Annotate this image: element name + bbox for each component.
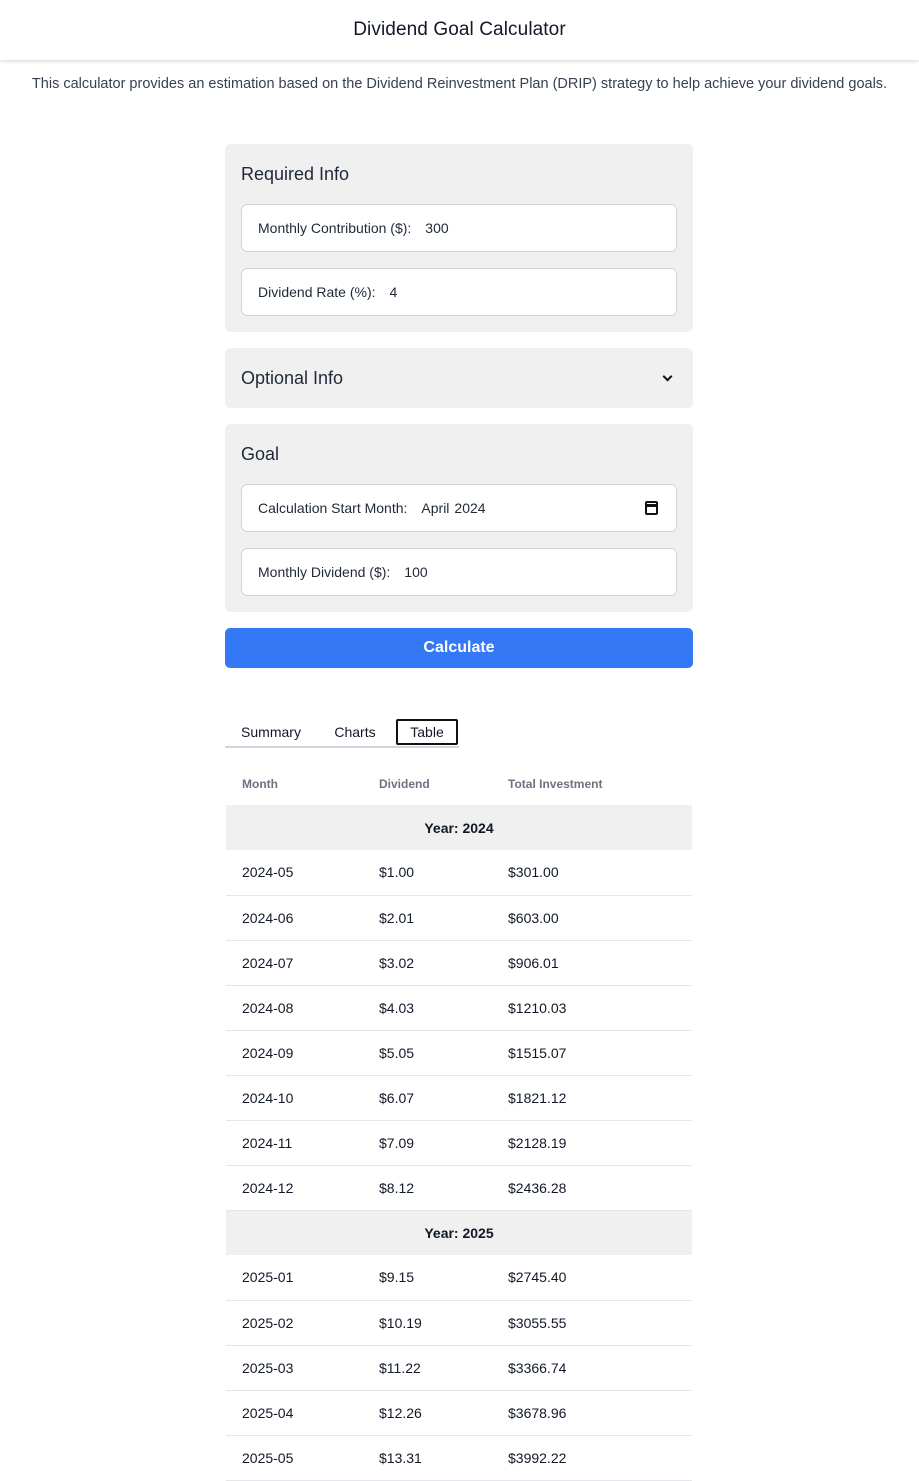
cell-total-investment: $3366.74 xyxy=(492,1345,692,1391)
page-title: Dividend Goal Calculator xyxy=(353,19,566,40)
cell-total-investment: $1210.03 xyxy=(492,985,692,1031)
table-row: 2024-11 $7.09 $2128.19 xyxy=(226,1120,692,1166)
cell-dividend: $8.12 xyxy=(363,1165,492,1211)
dividend-rate-label: Dividend Rate (%): xyxy=(258,284,376,300)
column-header-dividend: Dividend xyxy=(379,776,430,791)
cell-total-investment: $1515.07 xyxy=(492,1030,692,1076)
cell-month: 2025-01 xyxy=(226,1255,363,1301)
cell-dividend: $13.31 xyxy=(363,1435,492,1481)
year-label: Year: 2024 xyxy=(226,805,692,850)
required-info-card: Required Info Monthly Contribution ($): … xyxy=(225,144,693,332)
year-label: Year: 2025 xyxy=(226,1210,692,1255)
tab-summary[interactable]: Summary xyxy=(234,719,308,745)
results-tabs: Summary Charts Table xyxy=(225,718,459,748)
cell-total-investment: $301.00 xyxy=(492,850,692,896)
cell-total-investment: $3055.55 xyxy=(492,1300,692,1346)
optional-info-title: Optional Info xyxy=(241,368,344,388)
table-body: Year: 2024 2024-05 $1.00 $301.00 2024-06 $2.0… xyxy=(226,805,692,1481)
cell-total-investment: $2128.19 xyxy=(492,1120,692,1166)
cell-dividend: $5.05 xyxy=(363,1030,492,1076)
results-table: Month Dividend Total Investment Year: 20… xyxy=(226,762,692,1481)
start-month-label: Calculation Start Month: xyxy=(258,500,408,516)
column-header-total-investment: Total Investment xyxy=(508,776,603,791)
goal-card: Goal Calculation Start Month: April 2024 … xyxy=(225,424,693,612)
cell-month: 2024-07 xyxy=(226,940,363,986)
top-bar: Dividend Goal Calculator xyxy=(0,0,919,60)
cell-total-investment: $3678.96 xyxy=(492,1390,692,1436)
calendar-icon[interactable] xyxy=(645,501,658,515)
required-info-title: Required Info xyxy=(241,164,350,184)
cell-dividend: $10.19 xyxy=(363,1300,492,1346)
cell-dividend: $7.09 xyxy=(363,1120,492,1166)
table-row: 2024-12 $8.12 $2436.28 xyxy=(226,1165,692,1211)
cell-total-investment: $3992.22 xyxy=(492,1435,692,1481)
intro-text: This calculator provides an estimation b… xyxy=(31,76,888,92)
cell-dividend: $6.07 xyxy=(363,1075,492,1121)
table-header-row: Month Dividend Total Investment xyxy=(226,762,692,805)
cell-dividend: $1.00 xyxy=(363,850,492,896)
start-month-name[interactable]: April xyxy=(421,500,449,516)
table-row: 2024-08 $4.03 $1210.03 xyxy=(226,985,692,1031)
cell-month: 2024-12 xyxy=(226,1165,363,1211)
monthly-contribution-label: Monthly Contribution ($): xyxy=(258,220,412,236)
dividend-rate-input[interactable]: 4 xyxy=(390,284,398,300)
monthly-dividend-label: Monthly Dividend ($): xyxy=(258,564,391,580)
cell-dividend: $4.03 xyxy=(363,985,492,1031)
cell-month: 2024-10 xyxy=(226,1075,363,1121)
goal-title: Goal xyxy=(241,444,280,464)
table-row: 2024-05 $1.00 $301.00 xyxy=(226,850,692,896)
cell-month: 2024-08 xyxy=(226,985,363,1031)
table-row: 2024-07 $3.02 $906.01 xyxy=(226,940,692,986)
cell-dividend: $12.26 xyxy=(363,1390,492,1436)
cell-dividend: $2.01 xyxy=(363,895,492,941)
monthly-contribution-input[interactable]: 300 xyxy=(425,220,448,236)
year-group-row: Year: 2024 xyxy=(226,805,692,850)
table-row: 2024-10 $6.07 $1821.12 xyxy=(226,1075,692,1121)
cell-month: 2025-04 xyxy=(226,1390,363,1436)
table-row: 2025-05 $13.31 $3992.22 xyxy=(226,1435,692,1481)
optional-info-toggle[interactable]: Optional Info xyxy=(225,348,693,408)
chevron-down-icon xyxy=(662,371,673,382)
cell-total-investment: $603.00 xyxy=(492,895,692,941)
cell-total-investment: $2745.40 xyxy=(492,1255,692,1301)
cell-dividend: $3.02 xyxy=(363,940,492,986)
table-row: 2025-02 $10.19 $3055.55 xyxy=(226,1300,692,1346)
table-row: 2024-09 $5.05 $1515.07 xyxy=(226,1030,692,1076)
start-month-year[interactable]: 2024 xyxy=(454,500,485,516)
cell-month: 2024-11 xyxy=(226,1120,363,1166)
monthly-dividend-field[interactable]: Monthly Dividend ($): 100 xyxy=(241,548,677,596)
cell-month: 2025-05 xyxy=(226,1435,363,1481)
cell-month: 2024-06 xyxy=(226,895,363,941)
cell-total-investment: $906.01 xyxy=(492,940,692,986)
column-header-month: Month xyxy=(242,776,278,791)
tab-charts[interactable]: Charts xyxy=(322,719,388,745)
cell-month: 2025-02 xyxy=(226,1300,363,1346)
year-group-row: Year: 2025 xyxy=(226,1210,692,1255)
calculate-button[interactable]: Calculate xyxy=(225,628,693,668)
cell-month: 2024-05 xyxy=(226,850,363,896)
table-row: 2025-04 $12.26 $3678.96 xyxy=(226,1390,692,1436)
cell-dividend: $11.22 xyxy=(363,1345,492,1391)
cell-total-investment: $1821.12 xyxy=(492,1075,692,1121)
tab-table[interactable]: Table xyxy=(396,719,458,745)
cell-total-investment: $2436.28 xyxy=(492,1165,692,1211)
monthly-contribution-field[interactable]: Monthly Contribution ($): 300 xyxy=(241,204,677,252)
table-row: 2025-01 $9.15 $2745.40 xyxy=(226,1255,692,1301)
cell-month: 2025-03 xyxy=(226,1345,363,1391)
start-month-field[interactable]: Calculation Start Month: April 2024 xyxy=(241,484,677,532)
cell-month: 2024-09 xyxy=(226,1030,363,1076)
cell-dividend: $9.15 xyxy=(363,1255,492,1301)
table-row: 2024-06 $2.01 $603.00 xyxy=(226,895,692,941)
table-row: 2025-03 $11.22 $3366.74 xyxy=(226,1345,692,1391)
dividend-rate-field[interactable]: Dividend Rate (%): 4 xyxy=(241,268,677,316)
monthly-dividend-input[interactable]: 100 xyxy=(404,564,427,580)
